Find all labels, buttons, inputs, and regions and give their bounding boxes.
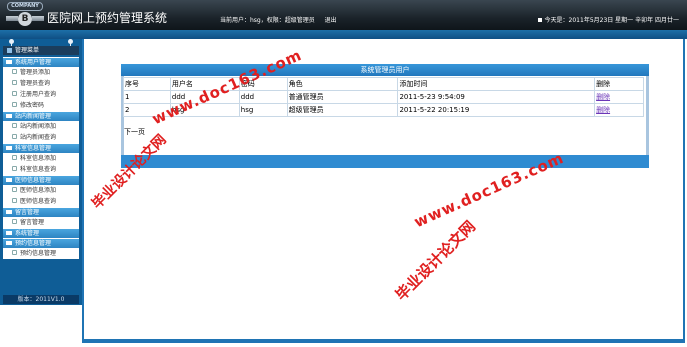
folder-icon xyxy=(6,178,12,182)
row-added-time: 2011-5-23 9:54:09 xyxy=(397,90,596,104)
page-icon xyxy=(12,91,17,96)
sidebar-header: 管理菜单 xyxy=(3,46,79,55)
menu-item-doctor-add[interactable]: 医师信息添加 xyxy=(3,185,79,196)
menu-item-news-add[interactable]: 站内新闻添加 xyxy=(3,121,79,132)
menu-group-messages[interactable]: 留言管理 xyxy=(3,208,79,217)
menu-item-admin-query[interactable]: 管理员查询 xyxy=(3,78,79,89)
page-icon xyxy=(12,219,17,224)
panel-title: 系统管理员用户 xyxy=(121,64,649,76)
next-page-link[interactable]: 下一页 xyxy=(124,127,145,137)
page-icon xyxy=(12,102,17,107)
page-icon xyxy=(12,187,17,192)
sidebar: 管理菜单 系统用户管理 管理员添加 管理员查询 注册用户查询 修改密码 站内新闻… xyxy=(0,39,82,305)
menu-item-department-add[interactable]: 科室信息添加 xyxy=(3,153,79,164)
menu-item-label: 站内新闻查询 xyxy=(20,134,57,141)
menu-group-news[interactable]: 站内新闻管理 xyxy=(3,112,79,121)
page-icon xyxy=(12,134,17,139)
menu-item-label: 修改密码 xyxy=(20,102,45,109)
folder-icon xyxy=(6,60,12,64)
menu-item-label: 科室信息添加 xyxy=(20,155,57,162)
current-user-text: 当前用户：hsg，权限：超级管理员 xyxy=(220,17,315,24)
top-header: COMPANY B 医院网上预约管理系统 当前用户：hsg，权限：超级管理员 退… xyxy=(0,0,687,30)
folder-icon xyxy=(6,231,12,235)
menu-item-admin-add[interactable]: 管理员添加 xyxy=(3,67,79,78)
page-icon xyxy=(12,166,17,171)
app-title: 医院网上预约管理系统 xyxy=(47,11,168,25)
nav-band xyxy=(0,30,687,39)
menu-group-users[interactable]: 系统用户管理 xyxy=(3,58,79,67)
menu-group-label: 留言管理 xyxy=(15,209,40,216)
column-header: 角色 xyxy=(286,77,399,91)
menu-item-label: 预约信息管理 xyxy=(20,250,57,257)
menu-group-label: 科室信息管理 xyxy=(15,145,52,152)
menu-group-label: 站内新闻管理 xyxy=(15,113,52,120)
company-logo: COMPANY B xyxy=(6,2,44,28)
menu-item-label: 管理员添加 xyxy=(20,69,51,76)
menu-item-label: 站内新闻添加 xyxy=(20,123,57,130)
panel-footer xyxy=(121,155,649,168)
menu-item-label: 管理员查询 xyxy=(20,80,51,87)
page-icon xyxy=(12,250,17,255)
menu-item-news-query[interactable]: 站内新闻查询 xyxy=(3,132,79,143)
row-password: hsg xyxy=(238,103,288,117)
menu-group-label: 系统管理 xyxy=(15,230,40,237)
menu-group-label: 预约信息管理 xyxy=(15,240,52,247)
folder-icon xyxy=(6,241,12,245)
row-number: 1 xyxy=(123,90,171,104)
menu-group-system[interactable]: 系统管理 xyxy=(3,229,79,238)
menu-item-label: 医师信息查询 xyxy=(20,198,57,205)
menu-item-registered-users[interactable]: 注册用户查询 xyxy=(3,89,79,100)
square-bullet-icon xyxy=(537,18,542,22)
column-header: 添加时间 xyxy=(397,77,596,91)
menu-item-appointments[interactable]: 预约信息管理 xyxy=(3,248,79,259)
column-header: 删除 xyxy=(594,77,644,91)
logo-badge: B xyxy=(18,12,32,26)
menu-item-change-password[interactable]: 修改密码 xyxy=(3,100,79,111)
menu-group-doctors[interactable]: 医师信息管理 xyxy=(3,176,79,185)
user-info: 当前用户：hsg，权限：超级管理员 退出 xyxy=(220,15,345,24)
row-role: 超级管理员 xyxy=(286,103,399,117)
delete-link[interactable]: 删除 xyxy=(596,93,610,101)
row-password: ddd xyxy=(238,90,288,104)
page-icon xyxy=(12,198,17,203)
page-icon xyxy=(12,155,17,160)
folder-icon xyxy=(6,114,12,118)
folder-icon xyxy=(6,210,12,214)
menu-item-label: 留言管理 xyxy=(20,219,45,226)
menu-item-messages[interactable]: 留言管理 xyxy=(3,217,79,228)
menu-group-label: 医师信息管理 xyxy=(15,177,52,184)
menu-item-department-query[interactable]: 科室信息查询 xyxy=(3,164,79,175)
page-icon xyxy=(12,123,17,128)
sidebar-title: 管理菜单 xyxy=(15,47,40,54)
column-header: 序号 xyxy=(123,77,171,91)
menu-item-label: 注册用户查询 xyxy=(20,91,57,98)
page-icon xyxy=(12,80,17,85)
page-icon xyxy=(12,69,17,74)
logo-left-wing xyxy=(6,16,18,21)
folder-icon xyxy=(6,146,12,150)
delete-link[interactable]: 删除 xyxy=(596,106,610,114)
sidebar-menu: 系统用户管理 管理员添加 管理员查询 注册用户查询 修改密码 站内新闻管理 站内… xyxy=(3,57,79,259)
menu-group-departments[interactable]: 科室信息管理 xyxy=(3,144,79,153)
row-role: 普通管理员 xyxy=(286,90,399,104)
logo-text: COMPANY xyxy=(7,2,43,11)
menu-icon xyxy=(7,48,12,53)
logo-right-wing xyxy=(32,16,44,21)
logout-link[interactable]: 退出 xyxy=(325,17,337,24)
admin-users-panel: 系统管理员用户 序号 用户名 密码 角色 添加时间 删除 1 ddd ddd 普… xyxy=(121,64,649,168)
menu-item-doctor-query[interactable]: 医师信息查询 xyxy=(3,196,79,207)
row-added-time: 2011-5-22 20:15:19 xyxy=(397,103,596,117)
menu-item-label: 医师信息添加 xyxy=(20,187,57,194)
date-text: 今天是：2011年5月23日 星期一 辛卯年 四月廿一 xyxy=(544,17,679,24)
menu-group-label: 系统用户管理 xyxy=(15,59,52,66)
version-label: 版本：2011V1.0 xyxy=(3,295,79,304)
date-info: 今天是：2011年5月23日 星期一 辛卯年 四月廿一 xyxy=(537,15,679,24)
menu-group-appointments[interactable]: 预约信息管理 xyxy=(3,239,79,248)
menu-item-label: 科室信息查询 xyxy=(20,166,57,173)
